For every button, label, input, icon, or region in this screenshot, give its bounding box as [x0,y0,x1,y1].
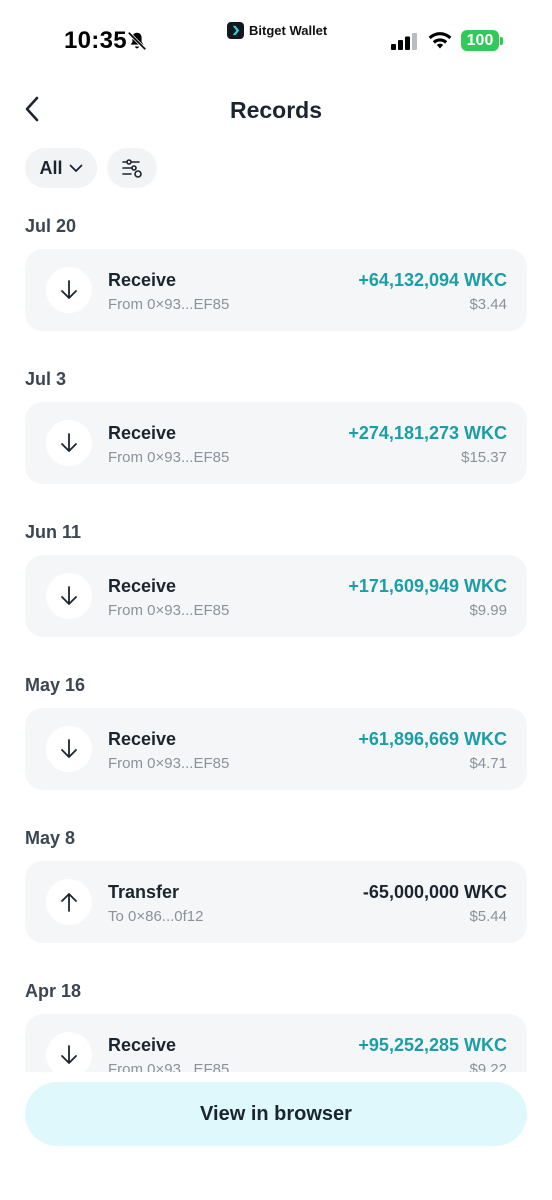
record-address: From 0×93...EF85 [108,1061,230,1072]
record-address: To 0×86...0f12 [108,908,204,925]
view-in-browser-label: View in browser [200,1102,352,1125]
record-item[interactable]: Receive From 0×93...EF85 +61,896,669 WKC… [25,708,527,790]
record-item[interactable]: Receive From 0×93...EF85 +64,132,094 WKC… [25,249,527,331]
record-usd-value: $5.44 [469,908,507,925]
record-usd-value: $9.99 [469,602,507,619]
record-amount: +64,132,094 WKC [358,270,507,290]
date-label: Jul 3 [25,369,67,389]
record-usd-value: $4.71 [469,755,507,772]
record-type: Receive [108,270,177,290]
record-item[interactable]: Receive From 0×93...EF85 +171,609,949 WK… [25,555,527,637]
record-amount: -65,000,000 WKC [362,882,507,902]
date-label: Jul 20 [25,216,77,236]
date-label: Jun 11 [25,522,82,542]
records-list: Jul 20 Receive From 0×93...EF85 +64,132,… [0,0,552,1072]
record-amount: +171,609,949 WKC [348,576,507,596]
record-usd-value: $3.44 [469,296,507,313]
view-in-browser-button[interactable]: View in browser [25,1082,527,1146]
record-type: Receive [108,1035,177,1055]
record-item[interactable]: Receive From 0×93...EF85 +95,252,285 WKC… [25,1014,527,1072]
record-amount: +61,896,669 WKC [358,729,507,749]
records-screen: 10:35 Bitget Wallet 100 Records All Jul … [0,0,552,1200]
record-amount: +274,181,273 WKC [348,423,507,443]
receive-icon [46,726,92,772]
date-label: May 8 [25,828,76,848]
receive-icon [46,1032,92,1072]
record-address: From 0×93...EF85 [108,296,230,313]
record-item[interactable]: Receive From 0×93...EF85 +274,181,273 WK… [25,402,527,484]
record-address: From 0×93...EF85 [108,449,230,466]
receive-icon [46,420,92,466]
record-item[interactable]: Transfer To 0×86...0f12 -65,000,000 WKC … [25,861,527,943]
send-icon [46,879,92,925]
receive-icon [46,573,92,619]
record-usd-value: $9.22 [469,1061,507,1072]
record-address: From 0×93...EF85 [108,602,230,619]
record-type: Transfer [108,882,180,902]
receive-icon [46,267,92,313]
record-address: From 0×93...EF85 [108,755,230,772]
record-amount: +95,252,285 WKC [358,1035,507,1055]
record-type: Receive [108,729,177,749]
date-label: Apr 18 [25,981,82,1001]
date-label: May 16 [25,675,86,695]
record-type: Receive [108,576,177,596]
record-type: Receive [108,423,177,443]
record-usd-value: $15.37 [461,449,507,466]
